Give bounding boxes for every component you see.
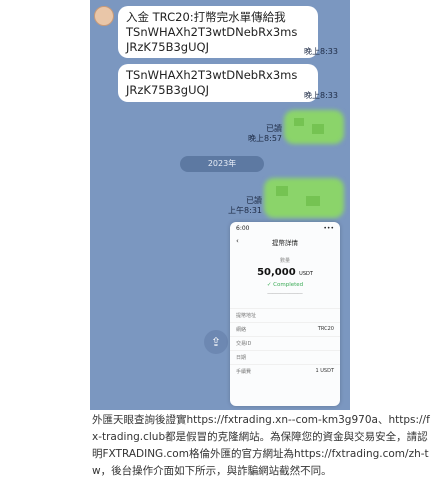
blur-block xyxy=(312,124,324,134)
receipt-title: 提幣詳情 xyxy=(272,239,298,247)
status-icons: ••• xyxy=(323,225,334,232)
blur-block xyxy=(306,196,320,206)
receipt-row: 網絡 TRC20 xyxy=(230,322,340,336)
message-time: 晚上8:57 xyxy=(248,134,282,143)
status-time: 6:00 xyxy=(236,225,250,232)
status-badge: ✓ Completed xyxy=(230,282,340,288)
amount-unit: USDT xyxy=(299,271,313,277)
message-text: 入金 TRC20:打幣完水單傳給我 TSnWHAXh2T3wtDNebRx3ms… xyxy=(126,10,298,54)
receipt-row: 交易ID xyxy=(230,336,340,350)
message-bubble-address: TSnWHAXh2T3wtDNebRx3ms JRzK75B3gUQJ xyxy=(118,64,318,102)
receipt-row: 日期 xyxy=(230,350,340,364)
message-time: 上午8:31 xyxy=(228,206,262,215)
receipt-note: ───────────── xyxy=(267,292,303,297)
receipt-row: 手續費 1 USDT xyxy=(230,364,340,378)
amount-label: 數量 xyxy=(279,258,290,264)
message-time: 晚上8:33 xyxy=(304,91,338,100)
status-text: Completed xyxy=(273,282,304,288)
blur-block xyxy=(294,118,304,126)
article-caption: 外匯天眼查詢後證實https://fxtrading.xn--com-km3g9… xyxy=(92,414,430,477)
message-time: 晚上8:33 xyxy=(304,47,338,56)
blur-block xyxy=(276,186,288,196)
avatar[interactable] xyxy=(94,6,114,26)
share-icon[interactable]: ⇪ xyxy=(204,330,228,354)
message-bubble-deposit: 入金 TRC20:打幣完水單傳給我 TSnWHAXh2T3wtDNebRx3ms… xyxy=(118,6,318,58)
receipt-row: 提幣地址 xyxy=(230,308,340,322)
phone-status-bar: 6:00 ••• xyxy=(230,222,340,235)
receipt-rows: 提幣地址 網絡 TRC20 交易ID 日期 手續費 1 USDT xyxy=(230,308,340,378)
date-chip: 2023年 xyxy=(180,156,264,172)
back-icon: ‹ xyxy=(236,237,239,245)
amount-value: 50,000 USDT xyxy=(230,267,340,278)
read-status: 已讀 xyxy=(246,196,262,205)
withdrawal-receipt-image[interactable]: 6:00 ••• ‹ 提幣詳情 數量 50,000 USDT ✓ Complet… xyxy=(230,222,340,406)
receipt-header: ‹ 提幣詳情 xyxy=(230,235,340,251)
blurred-message-bubble xyxy=(264,178,344,218)
message-text: TSnWHAXh2T3wtDNebRx3ms JRzK75B3gUQJ xyxy=(126,68,298,97)
amount-number: 50,000 xyxy=(257,267,296,278)
read-status: 已讀 xyxy=(266,124,282,133)
chat-screenshot: 入金 TRC20:打幣完水單傳給我 TSnWHAXh2T3wtDNebRx3ms… xyxy=(90,0,350,410)
